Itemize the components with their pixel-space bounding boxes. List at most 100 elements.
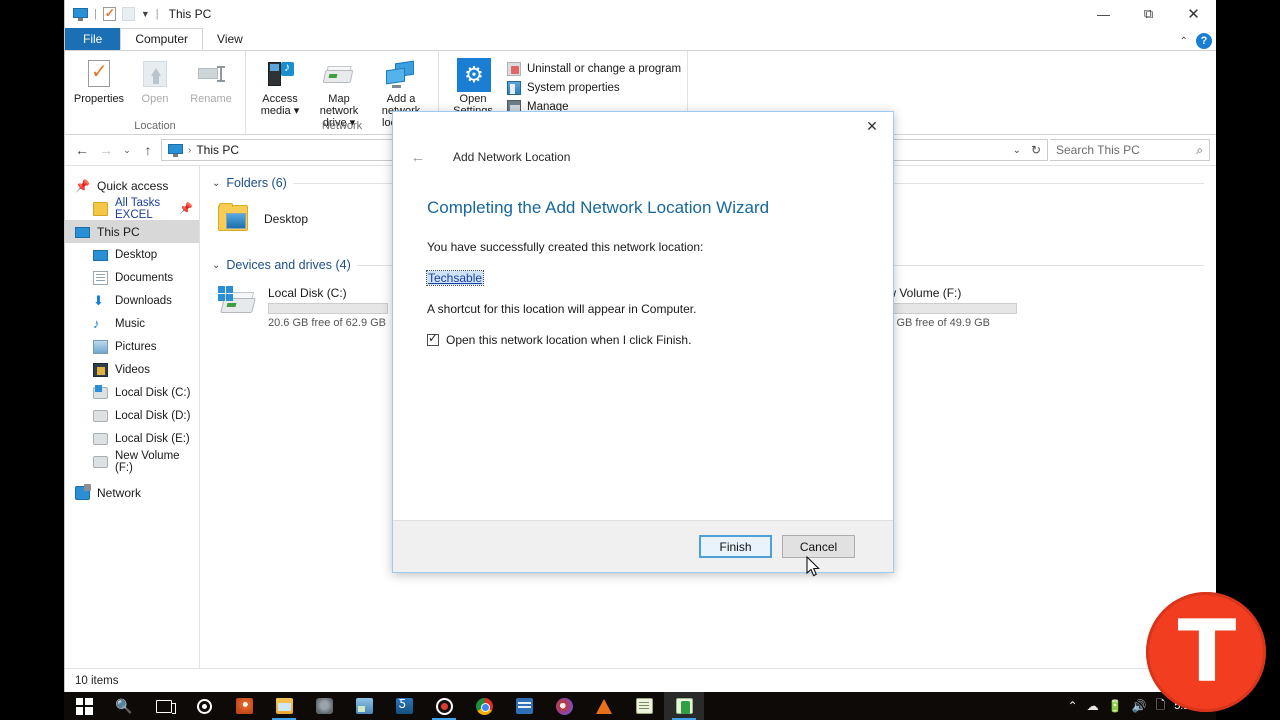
breadcrumb-dropdown-icon[interactable]: ⌄: [1013, 145, 1021, 156]
refresh-icon[interactable]: ↻: [1031, 143, 1041, 157]
title-bar: | ▼ | This PC — ⧉ ✕: [65, 0, 1216, 28]
back-button[interactable]: ←: [71, 139, 93, 161]
chevron-down-icon[interactable]: ⌄: [212, 260, 220, 271]
search-placeholder: Search This PC: [1056, 143, 1140, 157]
system-commands: Uninstall or change a program System pro…: [501, 55, 681, 114]
music-icon: ♪: [93, 315, 100, 331]
open-label: Open: [141, 93, 169, 105]
sidebar-item-local-disk-d[interactable]: Local Disk (D:): [65, 404, 199, 427]
tab-file[interactable]: File: [65, 28, 121, 50]
properties-icon: [83, 58, 115, 90]
cancel-button[interactable]: Cancel: [782, 535, 855, 558]
sidebar-item-new-volume-f[interactable]: New Volume (F:): [65, 449, 199, 474]
settings-gear-icon: ⚙: [457, 58, 491, 92]
tab-view[interactable]: View: [203, 28, 257, 50]
finish-button[interactable]: Finish: [699, 535, 772, 558]
screen-recorder-icon[interactable]: [424, 692, 464, 720]
close-icon[interactable]: ✕: [851, 112, 893, 140]
action-center-icon[interactable]: 🗋: [1156, 696, 1166, 717]
search-icon[interactable]: ⌕: [1196, 143, 1203, 158]
properties-icon[interactable]: [102, 6, 116, 21]
chrome-icon[interactable]: [464, 692, 504, 720]
status-bar: 10 items: [65, 668, 1216, 692]
this-pc-icon: [75, 226, 90, 238]
keyboard-icon[interactable]: [504, 692, 544, 720]
access-media-button[interactable]: Access media ▾: [252, 55, 308, 117]
new-folder-icon[interactable]: [121, 7, 135, 21]
cortana-icon[interactable]: [184, 692, 224, 720]
sidebar-item-this-pc[interactable]: This PC: [65, 220, 199, 243]
sidebar-item-all-tasks-excel[interactable]: All Tasks EXCEL 📌: [65, 197, 199, 221]
volume-icon[interactable]: 🔊: [1132, 699, 1147, 713]
rename-icon: [195, 58, 227, 90]
forward-button[interactable]: →: [95, 139, 117, 161]
sidebar-item-local-disk-c[interactable]: Local Disk (C:): [65, 381, 199, 404]
sidebar-label: Videos: [115, 363, 150, 376]
open-settings-button[interactable]: ⚙ Open Settings: [445, 55, 501, 117]
search-input[interactable]: Search This PC ⌕: [1050, 139, 1210, 161]
pin-icon: 📌: [179, 203, 193, 215]
drive-tile-new-volume-f[interactable]: New Volume (F:) 14.9 GB free of 49.9 GB: [872, 282, 1082, 338]
task-view-icon[interactable]: [144, 692, 184, 720]
paint-icon[interactable]: [544, 692, 584, 720]
breadcrumb-current[interactable]: This PC: [196, 143, 239, 157]
network-location-link[interactable]: Techsable: [425, 270, 485, 286]
sidebar-item-videos[interactable]: Videos: [65, 358, 199, 381]
sidebar-label: Quick access: [97, 178, 169, 193]
map-network-drive-button[interactable]: Map network drive ▾: [308, 55, 370, 129]
notepad-icon[interactable]: [624, 692, 664, 720]
sidebar-item-pictures[interactable]: Pictures: [65, 335, 199, 358]
uninstall-program-command[interactable]: Uninstall or change a program: [507, 62, 681, 76]
minimize-button[interactable]: —: [1081, 0, 1126, 28]
open-button[interactable]: Open: [127, 55, 183, 105]
this-pc-icon: [168, 143, 183, 157]
sidebar-item-documents[interactable]: Documents: [65, 266, 199, 289]
properties-button[interactable]: Properties: [71, 55, 127, 105]
open-location-checkbox[interactable]: [427, 331, 439, 346]
devices-group-title: Devices and drives (4): [226, 258, 351, 272]
sidebar-item-music[interactable]: ♪ Music: [65, 312, 199, 335]
folder-tile-desktop[interactable]: Desktop: [218, 194, 408, 244]
drive-icon: [93, 456, 108, 468]
close-button[interactable]: ✕: [1171, 0, 1216, 28]
green-app-icon[interactable]: [664, 692, 704, 720]
onedrive-icon[interactable]: ☁: [1087, 699, 1099, 713]
help-icon[interactable]: ?: [1196, 33, 1212, 49]
start-button[interactable]: [64, 692, 104, 720]
sidebar-item-quick-access[interactable]: 📌 Quick access: [65, 174, 199, 197]
file-explorer-icon[interactable]: [264, 692, 304, 720]
system-properties-command[interactable]: System properties: [507, 81, 681, 95]
drive-icon: [93, 410, 108, 422]
sidebar-label: New Volume (F:): [115, 449, 180, 474]
drive-free-text: 20.6 GB free of 62.9 GB: [268, 317, 387, 329]
sidebar-label: Documents: [115, 271, 174, 284]
back-icon[interactable]: ←: [407, 146, 429, 168]
rename-button[interactable]: Rename: [183, 55, 239, 105]
folder-tile-label: Desktop: [264, 212, 309, 226]
sidebar-item-desktop[interactable]: Desktop: [65, 243, 199, 266]
up-button[interactable]: ↑: [137, 139, 159, 161]
documents-icon: [93, 270, 108, 285]
sidebar-item-network[interactable]: Network: [65, 481, 199, 504]
restore-button[interactable]: ⧉: [1126, 0, 1171, 28]
taskbar: 🔍 ⌃ ☁ 🔋 🔊 🗋 5:13 P: [64, 692, 1216, 720]
recent-locations-button[interactable]: ⌄: [119, 139, 135, 161]
collapse-ribbon-icon[interactable]: ⌃: [1180, 36, 1188, 47]
search-icon[interactable]: 🔍: [104, 692, 144, 720]
show-hidden-icons-icon[interactable]: ⌃: [1068, 699, 1078, 713]
sidebar-item-local-disk-e[interactable]: Local Disk (E:): [65, 427, 199, 450]
map-network-drive-icon: [322, 58, 355, 90]
owl-app-icon[interactable]: [304, 692, 344, 720]
firefox-icon[interactable]: [224, 692, 264, 720]
chevron-down-icon[interactable]: ⌄: [212, 178, 220, 189]
chevron-down-icon[interactable]: ▼: [141, 9, 150, 19]
sidebar-item-downloads[interactable]: ⬇ Downloads: [65, 289, 199, 312]
teamviewer-icon[interactable]: [384, 692, 424, 720]
battery-icon[interactable]: 🔋: [1108, 699, 1123, 713]
dialog-footer: Finish Cancel: [393, 520, 893, 572]
photos-icon[interactable]: [344, 692, 384, 720]
tab-computer[interactable]: Computer: [120, 28, 204, 50]
open-location-checkbox-row[interactable]: Open this network location when I click …: [427, 331, 859, 347]
vlc-icon[interactable]: [584, 692, 624, 720]
sidebar-label: This PC: [97, 224, 140, 239]
